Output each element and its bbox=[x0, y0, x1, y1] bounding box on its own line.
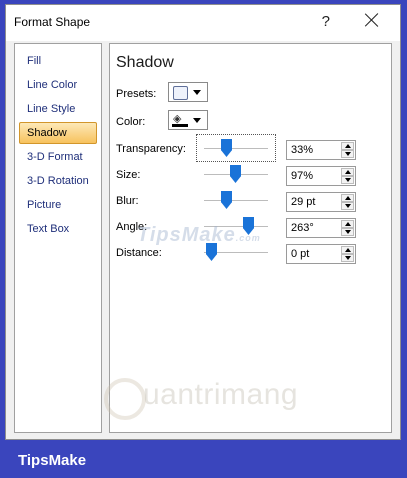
spin-down-icon[interactable] bbox=[341, 254, 354, 262]
format-shape-dialog: Format Shape ? Fill Line Color Line Styl… bbox=[5, 4, 401, 440]
color-swatch bbox=[172, 124, 188, 127]
spin-up-icon[interactable] bbox=[341, 168, 354, 176]
title-bar: Format Shape ? bbox=[6, 5, 400, 41]
size-spin-buttons bbox=[341, 168, 354, 184]
nav-item-line-style[interactable]: Line Style bbox=[19, 98, 97, 120]
transparency-value[interactable]: 33% bbox=[291, 144, 313, 156]
blur-slider-thumb[interactable] bbox=[221, 191, 232, 209]
angle-spin-buttons bbox=[341, 220, 354, 236]
size-slider-thumb[interactable] bbox=[230, 165, 241, 183]
spin-up-icon[interactable] bbox=[341, 194, 354, 202]
dialog-title: Format Shape bbox=[14, 15, 91, 29]
spin-down-icon[interactable] bbox=[341, 202, 354, 210]
nav-item-shadow[interactable]: Shadow bbox=[19, 122, 97, 144]
spin-up-icon[interactable] bbox=[341, 220, 354, 228]
color-label: Color: bbox=[116, 116, 146, 128]
distance-spin-buttons bbox=[341, 246, 354, 262]
presets-label: Presets: bbox=[116, 88, 157, 100]
transparency-spin-buttons bbox=[341, 142, 354, 158]
watermark-suffix: .com bbox=[235, 233, 261, 243]
nav-item-3d-format[interactable]: 3-D Format bbox=[19, 146, 97, 168]
distance-label: Distance: bbox=[116, 247, 162, 259]
quantrimang-logo-icon bbox=[104, 378, 146, 420]
blur-label: Blur: bbox=[116, 195, 139, 207]
color-dropdown[interactable]: ◈ bbox=[168, 110, 208, 130]
size-spinner[interactable]: 97% bbox=[286, 166, 356, 186]
preset-swatch-icon bbox=[173, 86, 188, 100]
nav-item-3d-rotation[interactable]: 3-D Rotation bbox=[19, 170, 97, 192]
nav-item-fill[interactable]: Fill bbox=[19, 50, 97, 72]
transparency-slider[interactable] bbox=[204, 148, 268, 149]
tipsmake-watermark: TipsMake.com bbox=[137, 224, 261, 247]
blur-slider[interactable] bbox=[204, 200, 268, 201]
angle-value[interactable]: 263° bbox=[291, 222, 314, 234]
spin-down-icon[interactable] bbox=[341, 176, 354, 184]
spin-down-icon[interactable] bbox=[341, 150, 354, 158]
transparency-spinner[interactable]: 33% bbox=[286, 140, 356, 160]
tipsmake-brand: TipsMake bbox=[18, 452, 87, 469]
spin-up-icon[interactable] bbox=[341, 142, 354, 150]
category-list: Fill Line Color Line Style Shadow 3-D Fo… bbox=[14, 43, 102, 433]
blur-spinner[interactable]: 29 pt bbox=[286, 192, 356, 212]
chevron-down-icon bbox=[193, 90, 201, 95]
close-icon[interactable] bbox=[362, 10, 382, 30]
angle-spinner[interactable]: 263° bbox=[286, 218, 356, 238]
spin-down-icon[interactable] bbox=[341, 228, 354, 236]
distance-value[interactable]: 0 pt bbox=[291, 248, 309, 260]
blur-spin-buttons bbox=[341, 194, 354, 210]
watermark-text: TipsMake bbox=[137, 224, 236, 246]
distance-spinner[interactable]: 0 pt bbox=[286, 244, 356, 264]
section-title: Shadow bbox=[116, 54, 174, 71]
blur-value[interactable]: 29 pt bbox=[291, 196, 315, 208]
nav-item-text-box[interactable]: Text Box bbox=[19, 218, 97, 240]
nav-item-line-color[interactable]: Line Color bbox=[19, 74, 97, 96]
transparency-label: Transparency: bbox=[116, 143, 186, 155]
spin-up-icon[interactable] bbox=[341, 246, 354, 254]
nav-item-picture[interactable]: Picture bbox=[19, 194, 97, 216]
quantrimang-watermark: uantrimang bbox=[143, 378, 299, 411]
size-value[interactable]: 97% bbox=[291, 170, 313, 182]
size-label: Size: bbox=[116, 169, 141, 181]
chevron-down-icon bbox=[193, 118, 201, 123]
presets-dropdown[interactable] bbox=[168, 82, 208, 102]
help-button[interactable]: ? bbox=[322, 13, 330, 30]
